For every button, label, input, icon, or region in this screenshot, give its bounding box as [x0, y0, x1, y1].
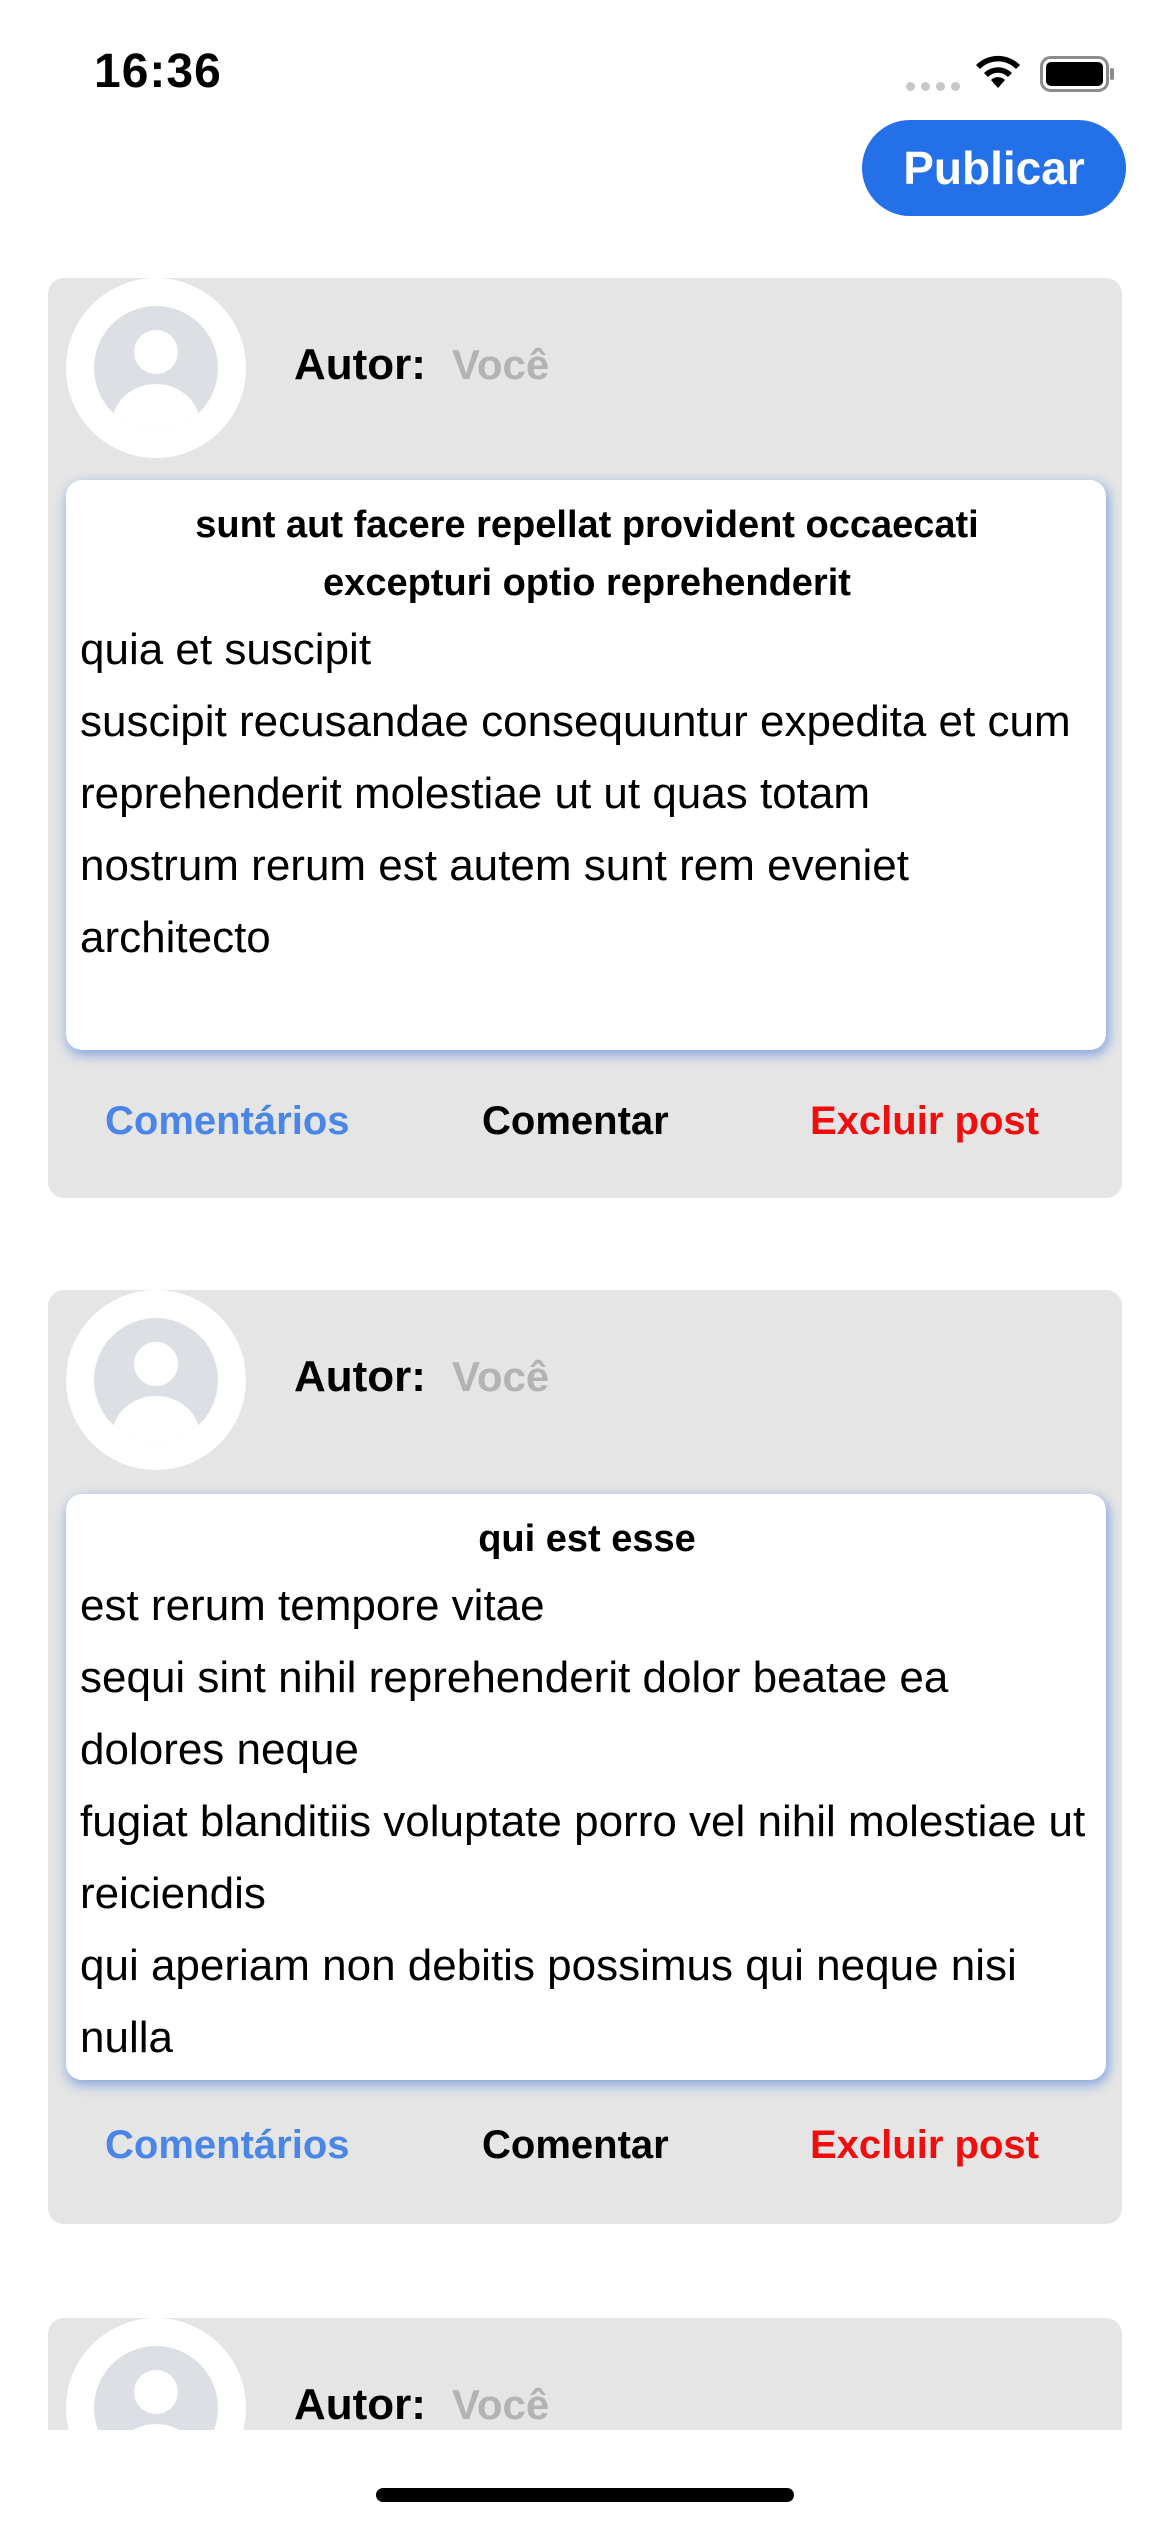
avatar: [66, 278, 246, 458]
post-text: est rerum tempore vitae sequi sint nihil…: [80, 1581, 1086, 2062]
user-placeholder-icon: [94, 1318, 218, 1442]
author-row: Autor: Você: [294, 2380, 549, 2430]
post-title: qui est esse: [478, 1518, 696, 1560]
comments-link[interactable]: Comentários: [105, 2110, 350, 2180]
author-row: Autor: Você: [294, 1352, 549, 1402]
comment-button[interactable]: Comentar: [482, 1086, 669, 1156]
post-actions: Comentários Comentar Excluir post: [48, 2110, 1122, 2180]
publish-button[interactable]: Publicar: [862, 120, 1126, 216]
post-actions: Comentários Comentar Excluir post: [48, 1086, 1122, 1156]
post-card: Autor: Você sunt aut facere repellat pro…: [48, 278, 1122, 1198]
post-content: qui est esse est rerum tempore vitae seq…: [66, 1494, 1106, 2080]
author-label: Autor:: [294, 2380, 426, 2429]
home-indicator[interactable]: [376, 2488, 794, 2502]
comment-button[interactable]: Comentar: [482, 2110, 669, 2180]
delete-post-button[interactable]: Excluir post: [810, 2110, 1039, 2180]
post-text: quia et suscipit suscipit recusandae con…: [80, 625, 1071, 962]
post-feed[interactable]: Autor: Você sunt aut facere repellat pro…: [0, 0, 1170, 2430]
author-name: Você: [451, 1353, 550, 1400]
author-name: Você: [451, 341, 550, 388]
avatar: [66, 2318, 246, 2430]
delete-post-button[interactable]: Excluir post: [810, 1086, 1039, 1156]
post-title: sunt aut facere repellat provident occae…: [195, 504, 979, 604]
author-label: Autor:: [294, 1352, 426, 1401]
author-name: Você: [451, 2381, 550, 2428]
post-card: Autor: Você qui est esse est rerum tempo…: [48, 1290, 1122, 2224]
comments-link[interactable]: Comentários: [105, 1086, 350, 1156]
post-content: sunt aut facere repellat provident occae…: [66, 480, 1106, 1050]
avatar: [66, 1290, 246, 1470]
author-row: Autor: Você: [294, 340, 549, 390]
author-label: Autor:: [294, 340, 426, 389]
post-card: Autor: Você: [48, 2318, 1122, 2430]
user-placeholder-icon: [94, 2346, 218, 2430]
user-placeholder-icon: [94, 306, 218, 430]
